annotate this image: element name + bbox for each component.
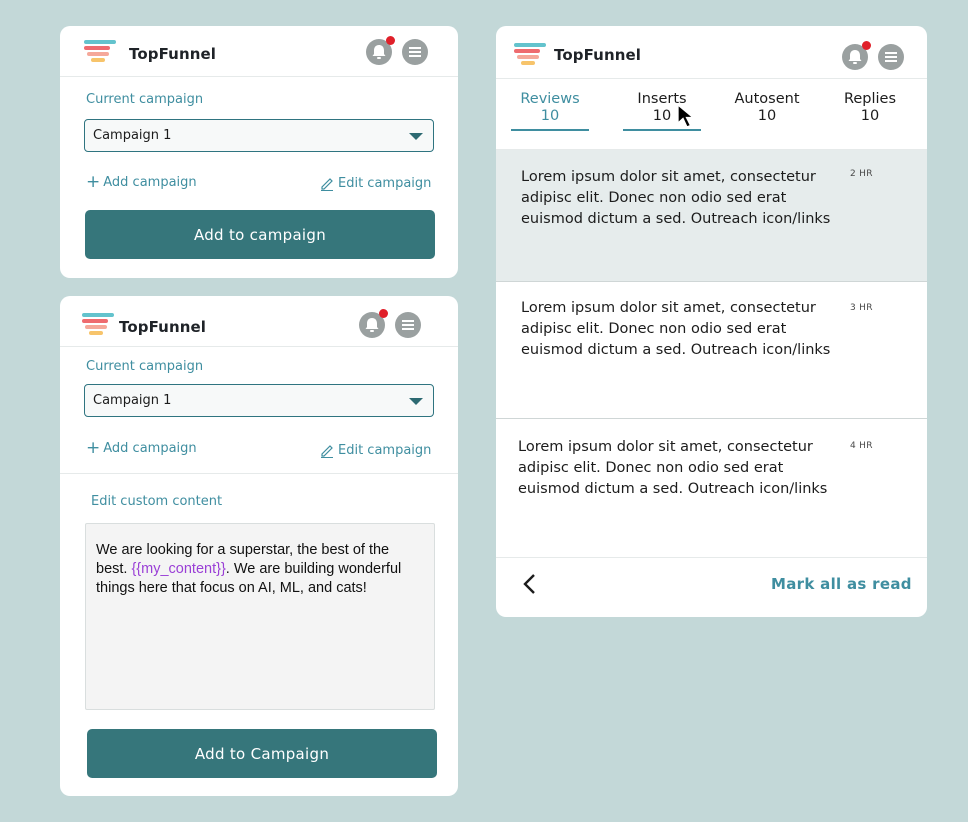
campaign-panel-content: TopFunnel Current campaign Campaign 1 + A… [60, 296, 458, 796]
add-to-campaign-button[interactable]: Add to campaign [85, 210, 435, 259]
tab-label: Reviews [520, 91, 580, 107]
mouse-pointer-icon [677, 104, 695, 128]
tab-reviews[interactable]: Reviews 10 [510, 91, 590, 124]
menu-icon[interactable] [402, 39, 428, 65]
custom-content-text: We are looking for a superstar, the best… [96, 542, 402, 596]
add-campaign-label: Add campaign [103, 441, 197, 456]
message-row[interactable]: Lorem ipsum dolor sit amet, consectetur … [496, 149, 927, 282]
tab-label: Replies [843, 91, 897, 107]
current-campaign-label: Current campaign [86, 359, 204, 374]
message-time: 4 HR [850, 441, 873, 451]
campaign-select-value: Campaign 1 [93, 393, 172, 408]
add-campaign-label: Add campaign [103, 175, 197, 190]
plus-icon: + [86, 438, 101, 458]
brand-name: TopFunnel [119, 318, 207, 336]
current-campaign-label: Current campaign [86, 92, 204, 107]
campaign-select[interactable]: Campaign 1 [84, 384, 434, 417]
panel-header: TopFunnel [496, 26, 927, 79]
content-variable: {{my_content}} [131, 561, 226, 577]
brand-name: TopFunnel [554, 46, 642, 64]
edit-campaign-label: Edit campaign [338, 442, 432, 458]
message-time: 3 HR [850, 303, 873, 313]
tab-count: 10 [757, 108, 777, 124]
panel-header: TopFunnel [60, 26, 458, 77]
campaign-select-value: Campaign 1 [93, 128, 172, 143]
edit-campaign-link[interactable]: Edit campaign [319, 175, 431, 191]
custom-content-editor[interactable]: We are looking for a superstar, the best… [85, 523, 435, 710]
caret-down-icon [409, 398, 423, 405]
notification-dot [379, 309, 388, 318]
chevron-left-icon[interactable] [522, 573, 538, 595]
brand-name: TopFunnel [129, 45, 217, 63]
mark-all-read-link[interactable]: Mark all as read [771, 575, 912, 593]
message-text: Lorem ipsum dolor sit amet, consectetur … [521, 169, 831, 227]
message-text: Lorem ipsum dolor sit amet, consectetur … [518, 439, 828, 497]
tab-label: Autosent [734, 91, 800, 107]
tab-autosent[interactable]: Autosent 10 [724, 91, 810, 124]
caret-down-icon [409, 133, 423, 140]
campaign-panel-top: TopFunnel Current campaign Campaign 1 + A… [60, 26, 458, 278]
add-to-campaign-button[interactable]: Add to Campaign [87, 729, 437, 778]
pencil-icon [321, 445, 333, 458]
panel-header: TopFunnel [60, 296, 458, 347]
topfunnel-logo [84, 40, 118, 66]
topfunnel-logo [82, 313, 116, 339]
section-divider [60, 473, 458, 474]
edit-custom-content-label: Edit custom content [91, 494, 223, 509]
tab-count: 10 [540, 108, 560, 124]
add-campaign-link[interactable]: + Add campaign [86, 172, 197, 192]
message-row[interactable]: Lorem ipsum dolor sit amet, consectetur … [496, 282, 927, 419]
message-row[interactable]: Lorem ipsum dolor sit amet, consectetur … [496, 419, 927, 558]
tab-replies[interactable]: Replies 10 [830, 91, 910, 124]
edit-campaign-link[interactable]: Edit campaign [319, 442, 431, 458]
message-text: Lorem ipsum dolor sit amet, consectetur … [521, 300, 831, 358]
plus-icon: + [86, 172, 101, 192]
notification-dot [386, 36, 395, 45]
pencil-icon [321, 178, 333, 191]
menu-icon[interactable] [395, 312, 421, 338]
add-campaign-link[interactable]: + Add campaign [86, 438, 197, 458]
campaign-select[interactable]: Campaign 1 [84, 119, 434, 152]
notification-dot [862, 41, 871, 50]
tab-reviews-underline [511, 129, 589, 131]
tab-count: 10 [860, 108, 880, 124]
topfunnel-logo [514, 43, 548, 69]
inbox-panel: TopFunnel Reviews 10 Inserts 10 Autosent… [496, 26, 927, 617]
menu-icon[interactable] [878, 44, 904, 70]
edit-campaign-label: Edit campaign [338, 175, 432, 191]
message-time: 2 HR [850, 169, 873, 179]
